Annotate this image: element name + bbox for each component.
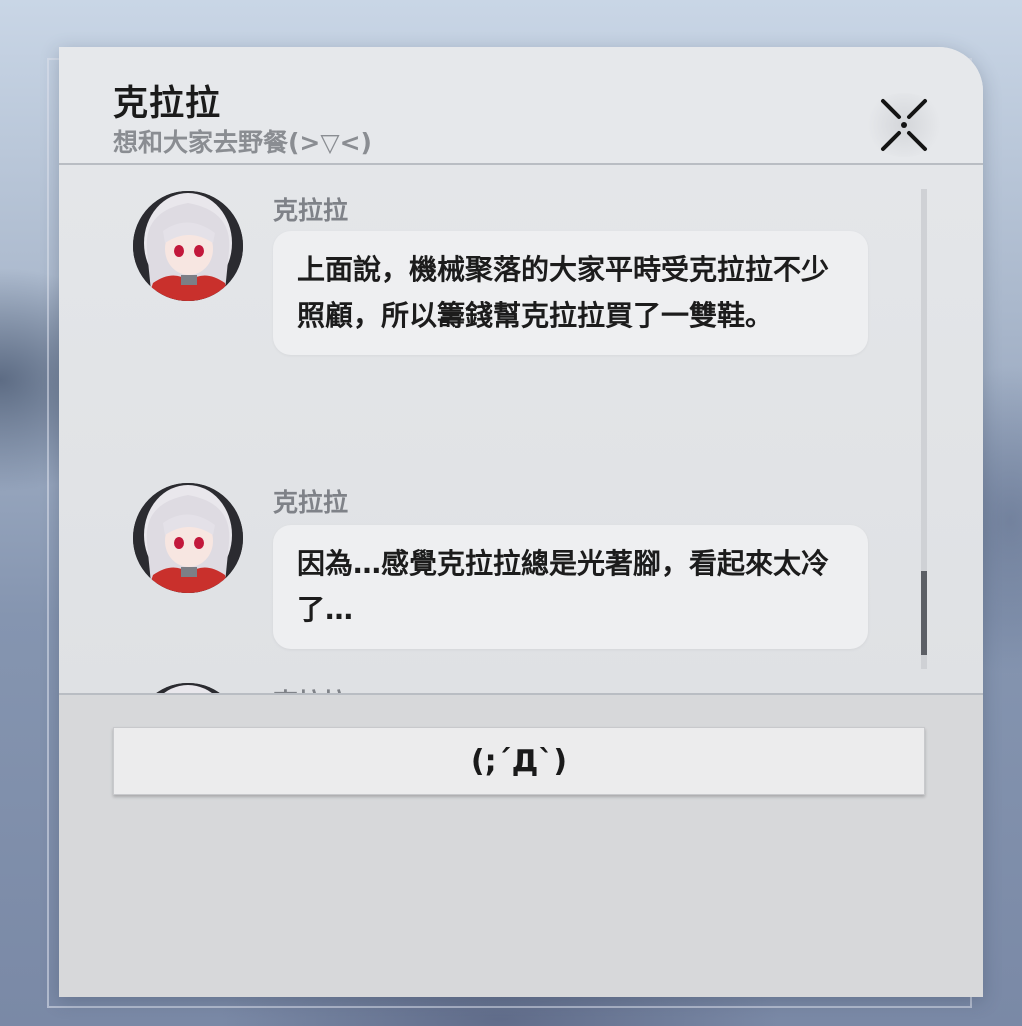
contact-status: 想和大家去野餐(>▽<) — [113, 128, 372, 157]
close-button[interactable] — [863, 93, 945, 157]
reply-option-button[interactable]: (;´Д`) — [113, 727, 925, 795]
message-bubble: 上面說，機械聚落的大家平時受克拉拉不少照顧，所以籌錢幫克拉拉買了一雙鞋。 — [273, 231, 868, 355]
character-avatar-icon — [133, 683, 243, 693]
scrollbar-thumb[interactable] — [921, 571, 927, 655]
avatar — [133, 683, 243, 693]
contact-name: 克拉拉 — [113, 84, 222, 124]
message-list[interactable]: 克拉拉 上面說，機械聚落的大家平時受克拉拉不少照顧，所以籌錢幫克拉拉買了一雙鞋。 — [59, 165, 983, 693]
chat-dialog: 克拉拉 想和大家去野餐(>▽<) 克拉拉 上面說，機械聚落的大家平時受克拉拉不少… — [59, 47, 983, 997]
avatar — [133, 191, 243, 301]
avatar — [133, 483, 243, 593]
message-bubble: 因為…感覺克拉拉總是光著腳，看起來太冷了… — [273, 525, 868, 649]
sender-name: 克拉拉 — [273, 683, 348, 693]
scrollbar-track[interactable] — [921, 189, 927, 669]
sender-name: 克拉拉 — [273, 196, 349, 225]
reply-panel: (;´Д`) — [59, 693, 983, 997]
close-x-icon — [881, 99, 927, 151]
sender-name: 克拉拉 — [273, 488, 349, 517]
dialog-header: 克拉拉 想和大家去野餐(>▽<) — [59, 47, 983, 165]
character-avatar-icon — [133, 483, 243, 593]
character-avatar-icon — [133, 191, 243, 301]
